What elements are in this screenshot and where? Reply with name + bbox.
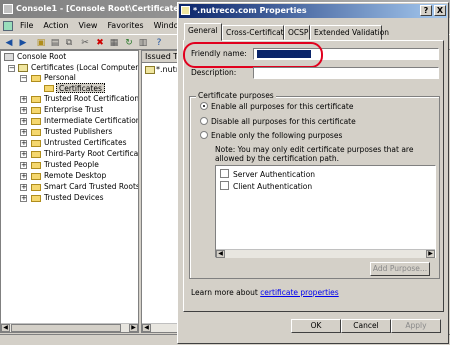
menu-action[interactable]: Action [38, 18, 73, 34]
menu-view[interactable]: View [73, 18, 102, 34]
scroll-right-icon[interactable]: ▶ [129, 324, 138, 332]
certificate-purposes-label: Certificate purposes [196, 91, 276, 100]
close-button[interactable]: X [434, 5, 446, 16]
radio-disable-all-label[interactable]: Disable all purposes for this certificat… [211, 117, 356, 126]
tab-extended-validation[interactable]: Extended Validation [310, 25, 389, 40]
show-tree-icon[interactable]: ▤ [49, 37, 61, 49]
dialog-title: *.nutreco.com Properties [193, 6, 307, 15]
radio-enable-all-label[interactable]: Enable all purposes for this certificate [211, 102, 353, 111]
back-arrow-icon[interactable]: ◀ [3, 37, 15, 49]
help-icon[interactable]: ? [153, 37, 165, 49]
checkbox-server-authentication[interactable] [220, 169, 229, 178]
refresh-icon[interactable]: ↻ [123, 37, 135, 49]
console-tree[interactable]: Console Root − Certificates (Local Compu… [0, 50, 139, 333]
folder-icon [31, 96, 41, 103]
menu-favorites[interactable]: Favorites [102, 18, 148, 34]
learn-more-text: Learn more about certificate properties [191, 288, 339, 297]
tree-store[interactable]: Third-Party Root Certification [44, 149, 138, 159]
purposes-horizontal-scrollbar[interactable]: ◀ ▶ [216, 249, 435, 258]
menu-file[interactable]: File [15, 18, 38, 34]
expand-icon[interactable]: + [20, 173, 27, 180]
copy-icon[interactable]: ⧉ [63, 37, 75, 49]
scroll-left-icon[interactable]: ◀ [142, 324, 151, 332]
delete-icon[interactable]: ✖ [94, 37, 106, 49]
purposes-note: Note: You may only edit certificate purp… [215, 145, 414, 163]
folder-icon [31, 173, 41, 180]
expand-icon[interactable]: + [20, 107, 27, 114]
description-field[interactable] [253, 67, 439, 79]
tree-store[interactable]: Smart Card Trusted Roots [44, 182, 138, 192]
ok-button[interactable]: OK [291, 319, 341, 333]
purpose-server-authentication[interactable]: Server Authentication [233, 170, 315, 179]
checkbox-client-authentication[interactable] [220, 181, 229, 190]
expand-icon[interactable]: + [20, 96, 27, 103]
tree-certificates-local[interactable]: Certificates (Local Computer) [31, 63, 138, 73]
expand-icon[interactable]: + [20, 162, 27, 169]
folder-icon [31, 140, 41, 147]
tab-cross-certificates[interactable]: Cross-Certificates [222, 25, 292, 40]
properties-dialog: *.nutreco.com Properties ? X General Cro… [177, 2, 449, 344]
cut-icon[interactable]: ✂ [79, 37, 91, 49]
tree-store[interactable]: Remote Desktop [44, 171, 106, 181]
tree-store[interactable]: Trusted Root Certification Aut [44, 94, 138, 104]
expand-icon[interactable]: + [20, 118, 27, 125]
folder-icon [31, 129, 41, 136]
tree-console-root[interactable]: Console Root [17, 52, 66, 62]
scroll-right-icon[interactable]: ▶ [426, 250, 435, 258]
tree-store[interactable]: Intermediate Certification Aut [44, 116, 138, 126]
help-button[interactable]: ? [420, 5, 432, 16]
expand-icon[interactable]: + [20, 184, 27, 191]
radio-enable-following[interactable] [200, 131, 208, 139]
highlight-annotation-oval [183, 42, 323, 68]
folder-icon [31, 184, 41, 191]
tab-general[interactable]: General [184, 23, 222, 41]
scroll-left-icon[interactable]: ◀ [1, 324, 10, 332]
folder-icon [31, 118, 41, 125]
collapse-icon[interactable]: − [8, 65, 15, 72]
certificate-icon [181, 6, 190, 15]
tree-store[interactable]: Trusted Devices [44, 193, 103, 203]
tree-store[interactable]: Trusted Publishers [44, 127, 112, 137]
forward-arrow-icon[interactable]: ▶ [17, 37, 29, 49]
tree-personal-certificates[interactable]: Certificates [56, 83, 105, 93]
tab-ocsp[interactable]: OCSP [284, 25, 310, 40]
tree-horizontal-scrollbar[interactable]: ◀ ▶ [1, 323, 138, 332]
folder-icon [44, 85, 54, 92]
learn-more-prefix: Learn more about [191, 288, 261, 297]
folder-icon [31, 151, 41, 158]
console-menu-icon[interactable] [3, 21, 13, 31]
tree-store[interactable]: Untrusted Certificates [44, 138, 127, 148]
certificate-properties-link[interactable]: certificate properties [260, 288, 339, 297]
description-label: Description: [191, 68, 237, 77]
tree-personal[interactable]: Personal [44, 73, 76, 83]
radio-enable-following-label[interactable]: Enable only the following purposes [211, 131, 342, 140]
scroll-thumb[interactable] [11, 324, 121, 332]
expand-icon[interactable]: + [20, 140, 27, 147]
up-folder-icon[interactable]: ▣ [35, 37, 47, 49]
certificates-store-icon [18, 64, 28, 72]
apply-button[interactable]: Apply [391, 319, 441, 333]
console-root-icon [4, 53, 14, 61]
purpose-client-authentication[interactable]: Client Authentication [233, 182, 312, 191]
dialog-titlebar: *.nutreco.com Properties ? X [179, 4, 447, 18]
radio-enable-all[interactable] [200, 102, 208, 110]
export-list-icon[interactable]: ▥ [137, 37, 149, 49]
folder-icon [31, 195, 41, 202]
tree-store[interactable]: Trusted People [44, 160, 99, 170]
expand-icon[interactable]: + [20, 129, 27, 136]
properties-icon[interactable]: ▦ [108, 37, 120, 49]
add-purpose-button[interactable]: Add Purpose... [370, 262, 430, 276]
expand-icon[interactable]: + [20, 195, 27, 202]
purposes-listbox[interactable]: Server Authentication Client Authenticat… [215, 165, 436, 258]
folder-icon [31, 107, 41, 114]
folder-icon [31, 162, 41, 169]
cancel-button[interactable]: Cancel [341, 319, 391, 333]
expand-icon[interactable]: + [20, 151, 27, 158]
collapse-icon[interactable]: − [20, 75, 27, 82]
folder-open-icon [31, 75, 41, 82]
tree-store[interactable]: Enterprise Trust [44, 105, 103, 115]
scroll-left-icon[interactable]: ◀ [216, 250, 225, 258]
mmc-app-icon [3, 4, 13, 14]
radio-disable-all[interactable] [200, 117, 208, 125]
